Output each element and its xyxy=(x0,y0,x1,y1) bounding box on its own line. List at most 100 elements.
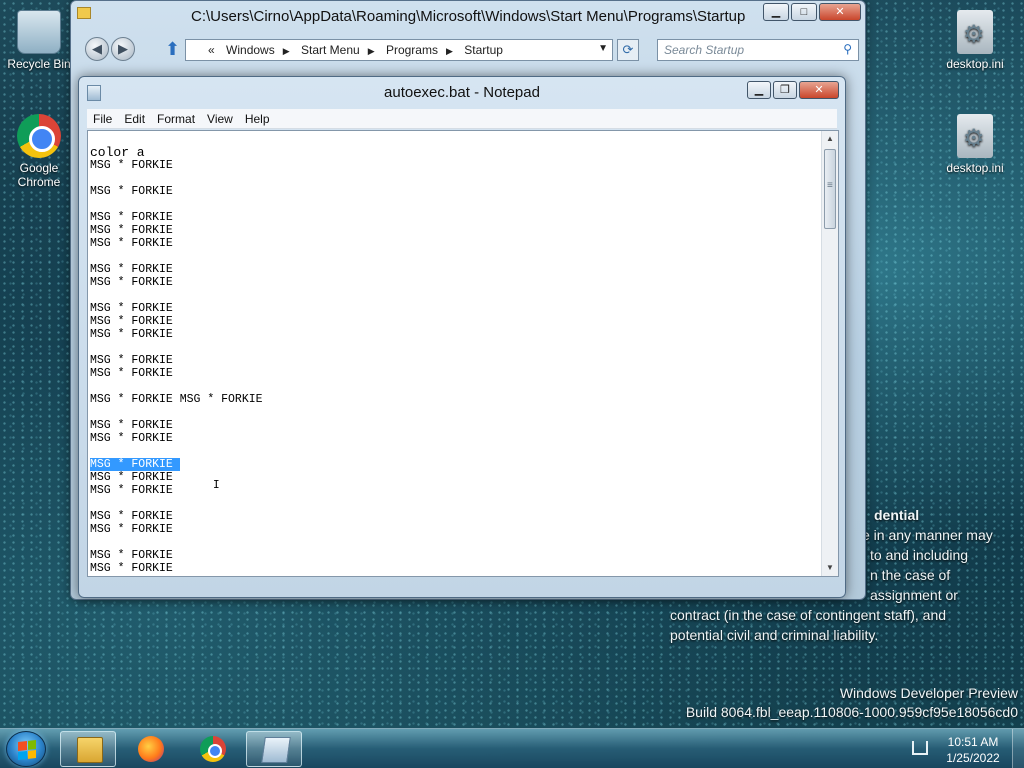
search-placeholder: Search Startup xyxy=(664,43,745,57)
menu-view[interactable]: View xyxy=(201,112,239,126)
minimize-button[interactable]: ▁ xyxy=(747,81,771,99)
notepad-icon xyxy=(261,737,291,763)
restore-button[interactable]: ❐ xyxy=(773,81,797,99)
network-icon[interactable] xyxy=(912,741,928,755)
text-line: MSG * FORKIE xyxy=(90,471,173,484)
chrome-icon xyxy=(17,114,61,158)
breadcrumb-windows[interactable]: Windows xyxy=(226,43,275,57)
scroll-up-icon[interactable]: ▲ xyxy=(822,131,838,147)
menu-edit[interactable]: Edit xyxy=(118,112,151,126)
google-chrome-label: Google Chrome xyxy=(17,161,61,189)
close-button[interactable]: ✕ xyxy=(799,81,839,99)
text-line: MSG * FORKIE xyxy=(90,263,173,276)
breadcrumb-programs[interactable]: Programs xyxy=(386,43,438,57)
taskbar-explorer[interactable] xyxy=(60,731,116,767)
text-line: MSG * FORKIE xyxy=(90,211,173,224)
menu-help[interactable]: Help xyxy=(239,112,276,126)
desktop-ini-label-1: desktop.ini xyxy=(946,57,1004,71)
text-line: MSG * FORKIE xyxy=(90,562,173,575)
text-line xyxy=(90,406,822,419)
address-dropdown-icon[interactable]: ▼ xyxy=(598,43,608,54)
watermark-line2: Build 8064.fbl_eeap.110806-1000.959cf95e… xyxy=(685,704,1018,720)
taskbar-notepad[interactable] xyxy=(246,731,302,767)
file-explorer-icon xyxy=(77,737,103,763)
text-line: MSG * FORKIE xyxy=(90,510,173,523)
text-line xyxy=(90,172,822,185)
text-selection: MSG * FORKIE xyxy=(90,458,180,471)
scroll-down-icon[interactable]: ▼ xyxy=(822,560,838,576)
editor-text[interactable]: color a MSG * FORKIE MSG * FORKIE MSG * F… xyxy=(88,131,822,576)
text-line: MSG * FORKIE xyxy=(90,185,173,198)
minimize-button[interactable]: ▁ xyxy=(763,3,789,21)
windows-logo-icon xyxy=(18,740,36,760)
google-chrome-desktop-icon[interactable]: Google Chrome xyxy=(4,114,74,189)
close-button[interactable]: ✕ xyxy=(819,3,861,21)
text-line xyxy=(90,341,822,354)
text-line xyxy=(90,250,822,263)
vertical-scrollbar[interactable]: ▲ ▼ xyxy=(821,131,838,576)
text-line xyxy=(90,198,822,211)
system-clock[interactable]: 10:51 AM 1/25/2022 xyxy=(938,734,1008,766)
breadcrumb-separator-icon[interactable]: ▶ xyxy=(446,46,453,56)
text-line xyxy=(90,380,822,393)
up-arrow-icon[interactable]: ⬆ xyxy=(165,39,180,60)
text-line: MSG * FORKIE xyxy=(90,367,173,380)
text-line: color a xyxy=(90,145,145,160)
back-arrow-icon[interactable]: ◀ xyxy=(85,37,109,61)
text-line xyxy=(90,497,822,510)
breadcrumb-separator-icon[interactable]: ▶ xyxy=(368,46,375,56)
text-line: MSG * FORKIE xyxy=(90,328,173,341)
text-line: MSG * FORKIE xyxy=(90,237,173,250)
taskbar-chrome[interactable] xyxy=(184,731,240,767)
start-button[interactable] xyxy=(6,731,46,767)
confidential-line: contract (in the case of contingent staf… xyxy=(670,607,947,623)
text-line: MSG * FORKIE xyxy=(90,224,173,237)
search-input[interactable]: Search Startup ⚲ xyxy=(657,39,859,61)
settings-file-icon xyxy=(957,10,993,54)
breadcrumb-separator-icon[interactable]: ▶ xyxy=(283,46,290,56)
address-overflow[interactable]: « xyxy=(208,43,215,57)
scroll-thumb[interactable] xyxy=(824,149,836,229)
menu-file[interactable]: File xyxy=(87,112,118,126)
breadcrumb-start-menu[interactable]: Start Menu xyxy=(301,43,360,57)
address-bar[interactable]: « Windows ▶ Start Menu ▶ Programs ▶ Startup… xyxy=(185,39,613,61)
recycle-bin-image xyxy=(17,10,61,54)
build-watermark: Windows Developer Preview Build 8064.fbl… xyxy=(686,684,1018,722)
search-icon[interactable]: ⚲ xyxy=(843,42,852,56)
taskbar: 10:51 AM 1/25/2022 xyxy=(0,728,1024,768)
menu-bar: File Edit Format View Help xyxy=(87,109,837,129)
taskbar-firefox[interactable] xyxy=(122,731,178,767)
chrome-icon xyxy=(200,736,226,762)
confidential-line: potential civil and criminal liability. xyxy=(670,627,879,643)
desktop-ini-icon-1[interactable]: desktop.ini xyxy=(940,10,1010,71)
explorer-window-controls: ▁ □ ✕ xyxy=(763,3,861,21)
text-line: MSG * FORKIE MSG * FORKIE xyxy=(90,393,263,406)
recycle-bin-icon[interactable]: Recycle Bin xyxy=(4,10,74,71)
clock-date: 1/25/2022 xyxy=(946,751,1000,765)
text-cursor-icon: I xyxy=(213,478,220,491)
settings-file-icon xyxy=(957,114,993,158)
text-line xyxy=(90,289,822,302)
maximize-button[interactable]: □ xyxy=(791,3,817,21)
nav-buttons: ◀ ▶ xyxy=(85,37,137,61)
desktop-ini-icon-2[interactable]: desktop.ini xyxy=(940,114,1010,175)
text-line: MSG * FORKIE xyxy=(90,419,173,432)
refresh-icon[interactable]: ⟳ xyxy=(617,39,639,61)
text-line: MSG * FORKIE xyxy=(90,302,173,315)
breadcrumb-startup[interactable]: Startup xyxy=(464,43,503,57)
text-line: MSG * FORKIE xyxy=(90,159,173,172)
text-line xyxy=(90,445,822,458)
text-line: MSG * FORKIE xyxy=(90,315,173,328)
text-line: MSG * FORKIE xyxy=(90,549,173,562)
notepad-title: autoexec.bat - Notepad xyxy=(384,84,540,101)
desktop-ini-label-2: desktop.ini xyxy=(946,161,1004,175)
text-editor[interactable]: color a MSG * FORKIE MSG * FORKIE MSG * F… xyxy=(87,130,839,577)
text-line: MSG * FORKIE xyxy=(90,354,173,367)
text-line xyxy=(90,536,822,549)
notepad-window[interactable]: autoexec.bat - Notepad ▁ ❐ ✕ File Edit For… xyxy=(78,76,846,598)
text-line: MSG * FORKIE xyxy=(90,432,173,445)
show-desktop-button[interactable] xyxy=(1012,729,1024,768)
forward-arrow-icon[interactable]: ▶ xyxy=(111,37,135,61)
clock-time: 10:51 AM xyxy=(947,735,999,749)
menu-format[interactable]: Format xyxy=(151,112,201,126)
